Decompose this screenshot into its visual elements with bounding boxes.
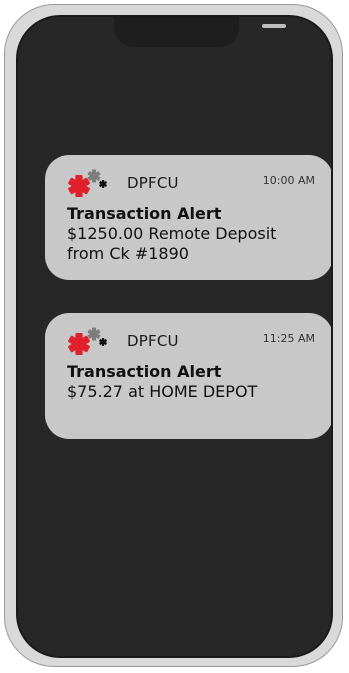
notification-card[interactable]: DPFCU 10:00 AM Transaction Alert $1250.0… (45, 155, 331, 280)
notification-body: $1250.00 Remote Deposit from Ck #1890 (67, 224, 277, 263)
phone-screen: DPFCU 10:00 AM Transaction Alert $1250.0… (16, 15, 333, 658)
notification-time: 11:25 AM (262, 332, 315, 345)
phone-frame: DPFCU 10:00 AM Transaction Alert $1250.0… (4, 4, 343, 667)
notification-header: DPFCU 10:00 AM (67, 168, 319, 198)
app-name: DPFCU (127, 332, 179, 350)
app-name: DPFCU (127, 174, 179, 192)
notification-body: $75.27 at HOME DEPOT (67, 382, 258, 401)
notification-title: Transaction Alert (67, 362, 222, 381)
speaker-icon (262, 24, 286, 28)
notification-card[interactable]: DPFCU 11:25 AM Transaction Alert $75.27 … (45, 313, 331, 439)
notification-time: 10:00 AM (262, 174, 315, 187)
medical-asterisk-logo-icon (67, 168, 125, 198)
notification-title: Transaction Alert (67, 204, 222, 223)
medical-asterisk-logo-icon (67, 326, 125, 356)
notification-header: DPFCU 11:25 AM (67, 326, 319, 356)
phone-notch (114, 17, 286, 47)
